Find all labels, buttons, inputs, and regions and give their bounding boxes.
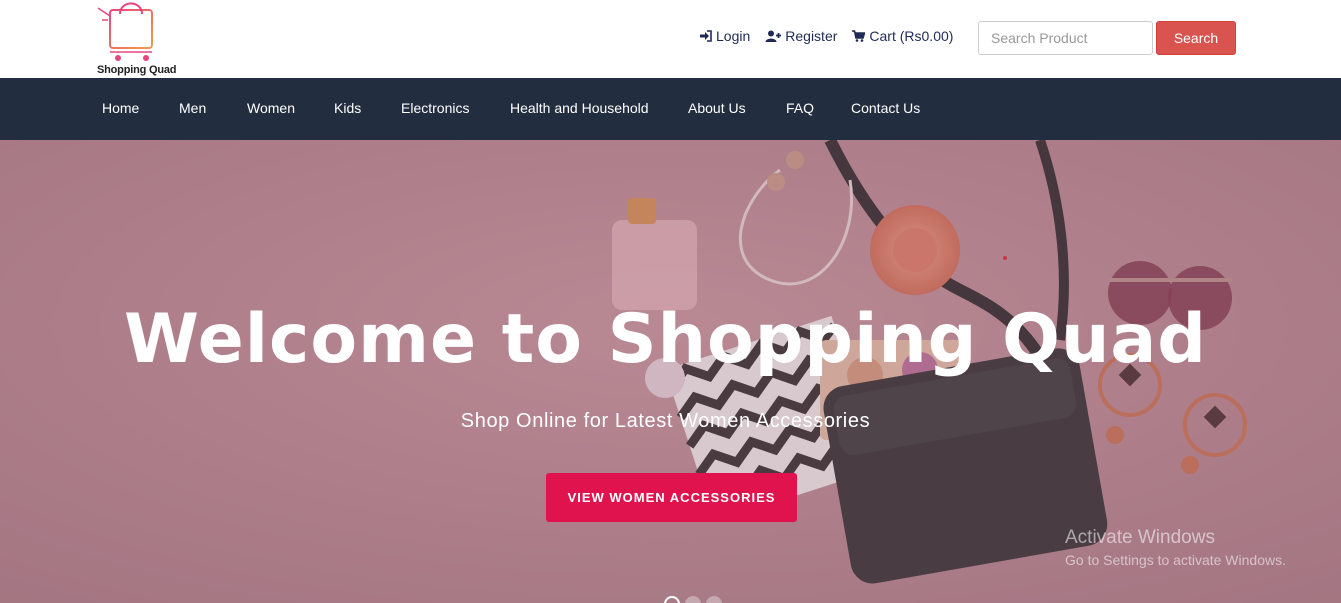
login-link[interactable]: Login: [699, 28, 750, 44]
sign-in-icon: [700, 30, 712, 42]
nav-item-about-us[interactable]: About Us: [688, 100, 746, 116]
carousel-dot-3[interactable]: [706, 596, 722, 603]
user-plus-icon: [765, 30, 782, 42]
carousel-dot-2[interactable]: [685, 596, 701, 603]
login-label: Login: [716, 28, 751, 44]
nav-item-kids[interactable]: Kids: [334, 100, 361, 116]
cart-link[interactable]: Cart (Rs0.00): [852, 28, 953, 44]
nav-item-men[interactable]: Men: [179, 100, 206, 116]
register-link[interactable]: Register: [765, 28, 837, 44]
hero-title: Welcome to Shopping Quad: [0, 300, 1341, 379]
register-label: Register: [785, 28, 838, 44]
cart-label: Cart (Rs0.00): [869, 28, 954, 44]
brand-name: Shopping Quad: [97, 64, 177, 76]
nav-item-faq[interactable]: FAQ: [786, 100, 814, 116]
nav-item-home[interactable]: Home: [102, 100, 139, 116]
account-links: Login Register Cart (Rs0.00): [699, 28, 968, 44]
nav-item-electronics[interactable]: Electronics: [401, 100, 469, 116]
activate-windows-subtitle: Go to Settings to activate Windows.: [1065, 552, 1286, 568]
view-women-accessories-button[interactable]: VIEW WOMEN ACCESSORIES: [546, 473, 797, 522]
main-navbar: Home Men Women Kids Electronics Health a…: [0, 78, 1341, 140]
hero-subtitle-text: Shop Online for Latest Women Accessories: [460, 410, 871, 432]
shopping-bag-logo-icon: [97, 2, 153, 61]
search-input[interactable]: [978, 21, 1153, 55]
nav-item-health-household[interactable]: Health and Household: [510, 100, 649, 116]
carousel-indicators: [664, 596, 727, 603]
nav-item-women[interactable]: Women: [247, 100, 295, 116]
activate-windows-title: Activate Windows: [1065, 527, 1215, 548]
hero-title-text: Welcome to Shopping Quad: [124, 300, 1207, 379]
carousel-dot-1[interactable]: [664, 596, 680, 603]
hero-subtitle: Shop Online for Latest Women Accessories: [0, 410, 1341, 433]
nav-item-contact-us[interactable]: Contact Us: [851, 100, 920, 116]
top-header: Shopping Quad Login Register Cart (Rs0.0…: [0, 0, 1341, 78]
cart-icon: [852, 30, 866, 42]
search-button[interactable]: Search: [1156, 21, 1236, 55]
